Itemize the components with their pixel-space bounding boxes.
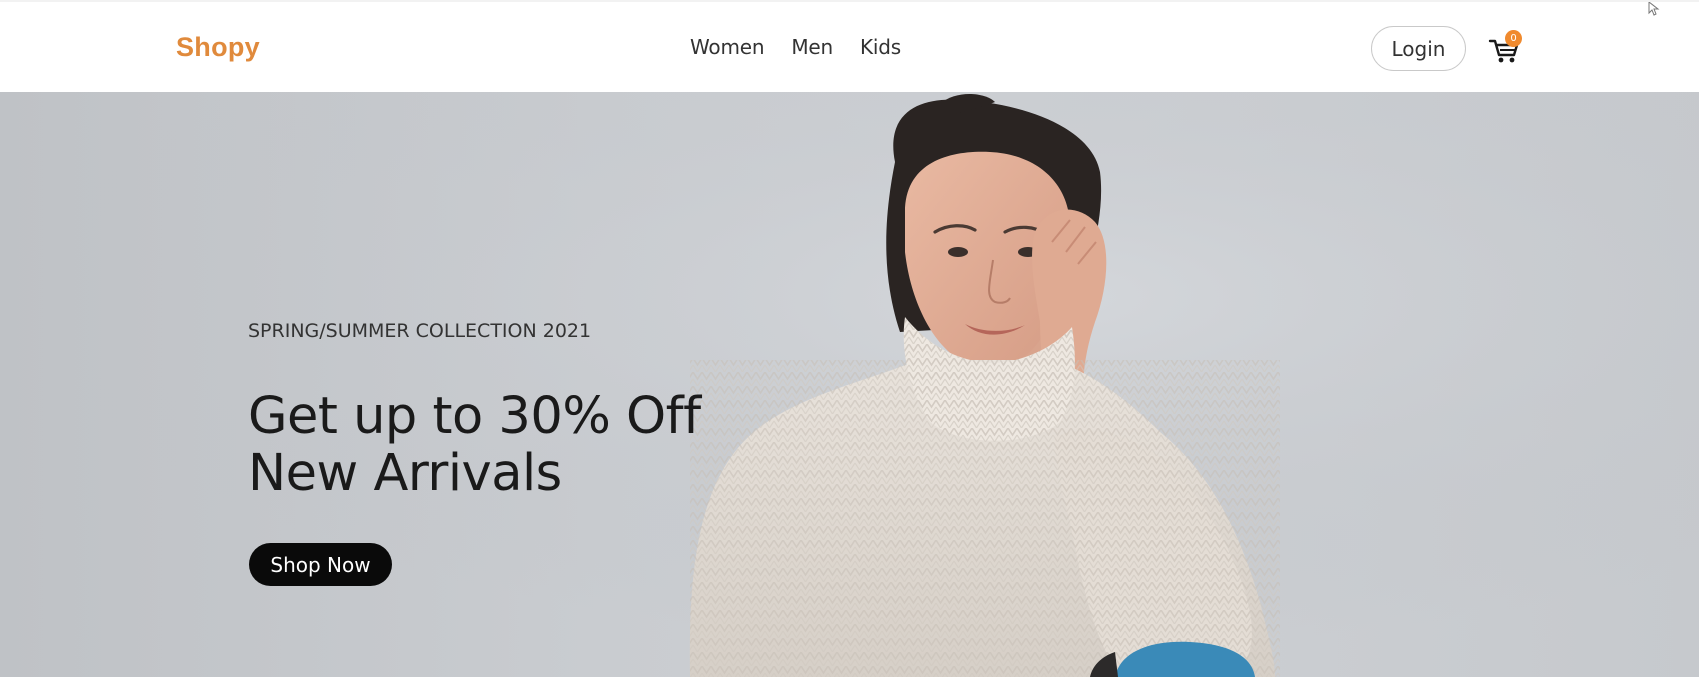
collection-label: SPRING/SUMMER COLLECTION 2021	[248, 320, 592, 342]
nav-link-women[interactable]: Women	[690, 35, 765, 59]
top-navbar: Shopy Women Men Kids Login 0	[0, 0, 1699, 92]
hero-model-photo	[0, 92, 1699, 677]
brand-logo[interactable]: Shopy	[176, 32, 260, 63]
cart-button[interactable]: 0	[1488, 30, 1522, 66]
hero-banner: SPRING/SUMMER COLLECTION 2021 Get up to …	[0, 92, 1699, 677]
headline-line-1: Get up to 30% Off	[248, 387, 701, 446]
headline-line-2: New Arrivals	[248, 444, 562, 503]
main-nav: Women Men Kids	[690, 35, 901, 59]
cart-count-badge: 0	[1505, 30, 1522, 47]
nav-link-kids[interactable]: Kids	[860, 35, 901, 59]
mouse-cursor-icon	[1648, 2, 1660, 16]
login-button[interactable]: Login	[1371, 26, 1466, 71]
hero-headline: Get up to 30% Off New Arrivals	[248, 388, 808, 502]
nav-link-men[interactable]: Men	[791, 35, 833, 59]
shop-now-button[interactable]: Shop Now	[249, 543, 392, 586]
